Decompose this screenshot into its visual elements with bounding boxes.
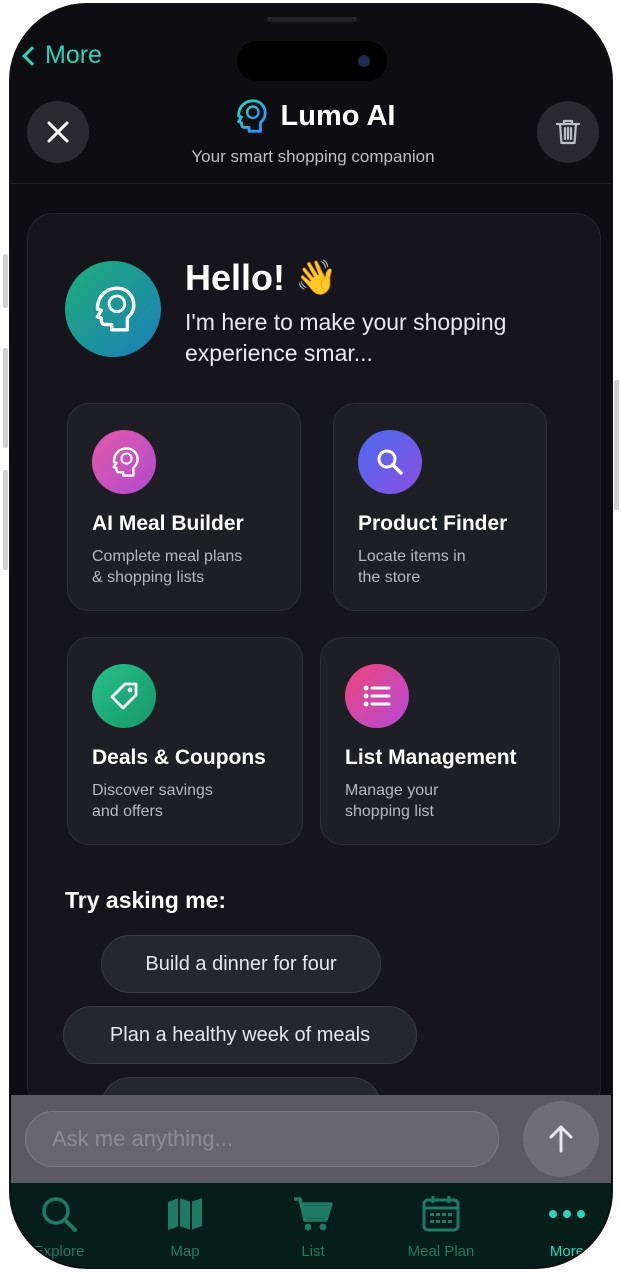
search-icon: [377, 449, 403, 475]
tab-label: List: [301, 1243, 325, 1260]
feature-card-list-management[interactable]: List Management Manage your shopping lis…: [320, 637, 560, 845]
feature-description: Discover savings and offers: [92, 780, 282, 822]
tab-bar: Explore Map List Meal Plan More: [11, 1183, 611, 1267]
tab-explore[interactable]: Explore: [11, 1183, 119, 1267]
feature-title: AI Meal Builder: [92, 512, 244, 535]
arrow-up-icon: [549, 1125, 573, 1153]
power-button: [614, 380, 619, 510]
greeting: Hello! 👋: [185, 257, 337, 299]
feature-desc-line: Complete meal plans: [92, 548, 243, 565]
wave-emoji: 👋: [295, 259, 338, 297]
chevron-left-icon: [22, 45, 42, 66]
clear-chat-button[interactable]: [537, 101, 599, 163]
feature-description: Manage your shopping list: [345, 780, 535, 822]
feature-icon-circle: [92, 430, 156, 494]
assistant-avatar: [65, 261, 161, 357]
tab-more[interactable]: More: [507, 1183, 611, 1267]
calendar-icon: [422, 1196, 460, 1232]
feature-description: Complete meal plans & shopping lists: [92, 546, 282, 588]
feature-desc-line: Discover savings: [92, 782, 213, 799]
suggestion-chip[interactable]: Build a dinner for four: [101, 935, 381, 993]
intro-text: I'm here to make your shopping experienc…: [185, 309, 507, 366]
feature-desc-line: & shopping lists: [92, 569, 205, 586]
feature-title: List Management: [345, 746, 517, 769]
volume-down-button: [3, 470, 8, 570]
tab-label: Explore: [33, 1243, 85, 1260]
tab-label: Meal Plan: [407, 1243, 475, 1260]
feature-desc-line: the store: [358, 569, 421, 586]
feature-card-product-finder[interactable]: Product Finder Locate items in the store: [333, 403, 547, 611]
trash-icon: [555, 119, 581, 145]
app-screen: More Lumo AI Your smart shopping compani…: [11, 5, 611, 1267]
feature-card-meal-builder[interactable]: AI Meal Builder Complete meal plans & sh…: [67, 403, 301, 611]
brain-head-icon: [236, 99, 267, 133]
tag-icon: [110, 682, 138, 710]
volume-up-button: [3, 348, 8, 448]
feature-icon-circle: [92, 664, 156, 728]
back-button[interactable]: More: [21, 41, 102, 70]
app-title: Lumo AI: [280, 99, 396, 132]
feature-title: Product Finder: [358, 512, 508, 535]
tab-label: Map: [170, 1243, 200, 1260]
feature-title: Deals & Coupons: [92, 746, 266, 769]
feature-card-deals[interactable]: Deals & Coupons Discover savings and off…: [67, 637, 303, 845]
feature-icon-circle: [345, 664, 409, 728]
tab-list[interactable]: List: [253, 1183, 373, 1267]
tab-label: More: [549, 1243, 585, 1260]
header-divider: [11, 183, 611, 184]
phone-frame: More Lumo AI Your smart shopping compani…: [9, 3, 613, 1269]
chat-input[interactable]: Ask me anything...: [25, 1111, 499, 1167]
feature-desc-line: and offers: [92, 803, 163, 820]
brain-icon: [112, 447, 139, 477]
feature-desc-line: Locate items in: [358, 548, 466, 565]
action-button: [3, 254, 8, 308]
tab-map[interactable]: Map: [125, 1183, 245, 1267]
feature-desc-line: Manage your: [345, 782, 439, 799]
cart-icon: [294, 1197, 333, 1231]
send-button[interactable]: [523, 1101, 599, 1177]
suggestions-heading: Try asking me:: [65, 887, 227, 913]
app-subtitle: Your smart shopping companion: [191, 147, 435, 166]
search-icon: [42, 1197, 77, 1232]
feature-description: Locate items in the store: [358, 546, 548, 588]
back-label: More: [45, 41, 102, 69]
greeting-text: Hello!: [185, 257, 286, 298]
camera-dot: [358, 55, 370, 67]
list-icon: [363, 685, 391, 707]
more-dots-icon: [549, 1210, 585, 1218]
feature-icon-circle: [358, 430, 422, 494]
tab-meal-plan[interactable]: Meal Plan: [381, 1183, 501, 1267]
header-title: Lumo AI: [11, 97, 611, 135]
speaker: [267, 17, 357, 22]
feature-desc-line: shopping list: [345, 803, 434, 820]
brain-head-icon: [95, 286, 136, 332]
map-icon: [168, 1198, 202, 1230]
suggestion-chip[interactable]: Plan a healthy week of meals: [63, 1006, 417, 1064]
